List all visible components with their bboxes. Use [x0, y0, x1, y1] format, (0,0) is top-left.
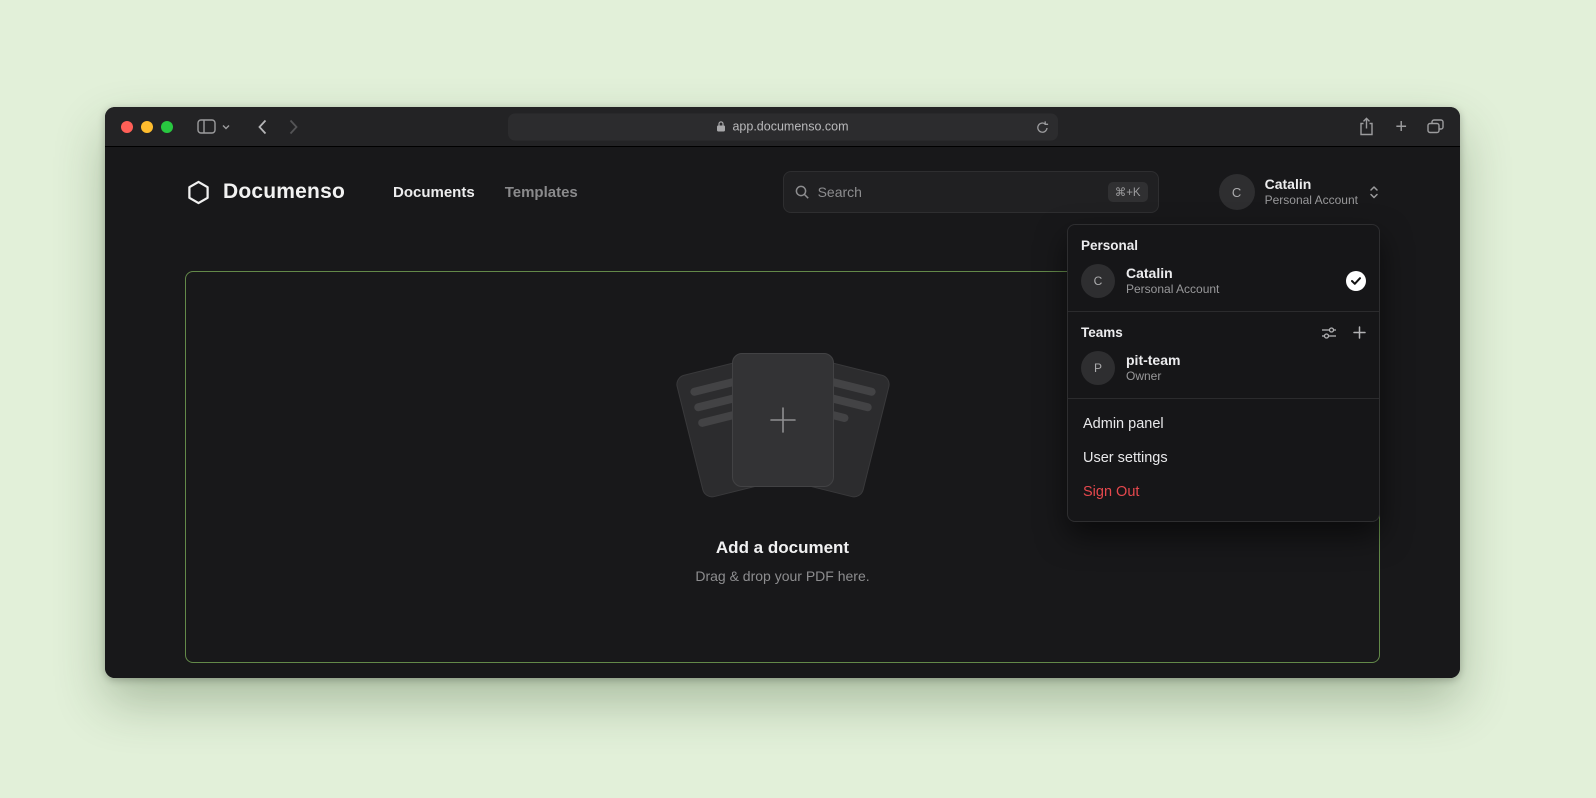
- search-shortcut-badge: ⌘+K: [1108, 182, 1148, 202]
- menu-item-admin-panel[interactable]: Admin panel: [1081, 407, 1366, 441]
- browser-titlebar: app.documenso.com +: [105, 107, 1460, 147]
- url-text: app.documenso.com: [732, 120, 848, 134]
- dropzone-title: Add a document: [716, 538, 849, 558]
- back-button-icon[interactable]: [258, 119, 267, 135]
- app-page: Documenso Documents Templates ⌘+K C Cata…: [105, 147, 1460, 678]
- personal-account-item[interactable]: C Catalin Personal Account: [1081, 264, 1366, 298]
- browser-window: app.documenso.com + Documenso: [105, 107, 1460, 678]
- personal-avatar: C: [1081, 264, 1115, 298]
- personal-name: Catalin: [1126, 264, 1219, 282]
- nav-documents[interactable]: Documents: [393, 184, 475, 201]
- documenso-logo-icon: [185, 179, 212, 206]
- account-menu-button[interactable]: C Catalin Personal Account: [1219, 174, 1380, 210]
- selected-check-icon: [1346, 271, 1366, 291]
- add-document-plus-icon: [766, 403, 800, 437]
- new-tab-icon[interactable]: +: [1395, 117, 1407, 137]
- dropzone-subtitle: Drag & drop your PDF here.: [695, 568, 869, 584]
- brand[interactable]: Documenso: [185, 179, 345, 206]
- account-dropdown-menu: Personal C Catalin Personal Account Team…: [1067, 224, 1380, 522]
- tab-overview-icon[interactable]: [1427, 119, 1444, 134]
- search-input[interactable]: [818, 184, 1100, 200]
- team-role: Owner: [1126, 369, 1180, 385]
- documents-illustration: [678, 350, 888, 500]
- team-avatar: P: [1081, 351, 1115, 385]
- main-nav: Documents Templates: [393, 184, 578, 201]
- document-card-front: [732, 353, 834, 487]
- personal-section-label: Personal: [1081, 238, 1366, 253]
- tab-group-chevron-icon[interactable]: [222, 124, 230, 130]
- share-icon[interactable]: [1358, 117, 1375, 136]
- account-avatar: C: [1219, 174, 1255, 210]
- add-team-icon[interactable]: [1353, 326, 1366, 339]
- chevrons-up-down-icon: [1368, 184, 1380, 200]
- nav-templates[interactable]: Templates: [505, 184, 578, 201]
- search-bar[interactable]: ⌘+K: [783, 171, 1159, 213]
- brand-name: Documenso: [223, 180, 345, 204]
- menu-item-user-settings[interactable]: User settings: [1081, 441, 1366, 475]
- sidebar-toggle-icon[interactable]: [197, 119, 216, 134]
- account-name: Catalin: [1265, 176, 1358, 194]
- refresh-icon[interactable]: [1036, 120, 1049, 134]
- close-window-button[interactable]: [121, 121, 133, 133]
- team-item[interactable]: P pit-team Owner: [1081, 351, 1366, 385]
- lock-icon: [716, 121, 726, 133]
- zoom-window-button[interactable]: [161, 121, 173, 133]
- personal-type: Personal Account: [1126, 282, 1219, 298]
- search-icon: [794, 184, 810, 200]
- address-bar[interactable]: app.documenso.com: [508, 113, 1058, 140]
- forward-button-icon[interactable]: [289, 119, 298, 135]
- account-type: Personal Account: [1265, 193, 1358, 208]
- teams-section-label: Teams: [1081, 325, 1123, 340]
- team-name: pit-team: [1126, 351, 1180, 369]
- menu-item-sign-out[interactable]: Sign Out: [1081, 475, 1366, 509]
- manage-teams-icon[interactable]: [1321, 326, 1337, 340]
- minimize-window-button[interactable]: [141, 121, 153, 133]
- window-controls: [121, 121, 173, 133]
